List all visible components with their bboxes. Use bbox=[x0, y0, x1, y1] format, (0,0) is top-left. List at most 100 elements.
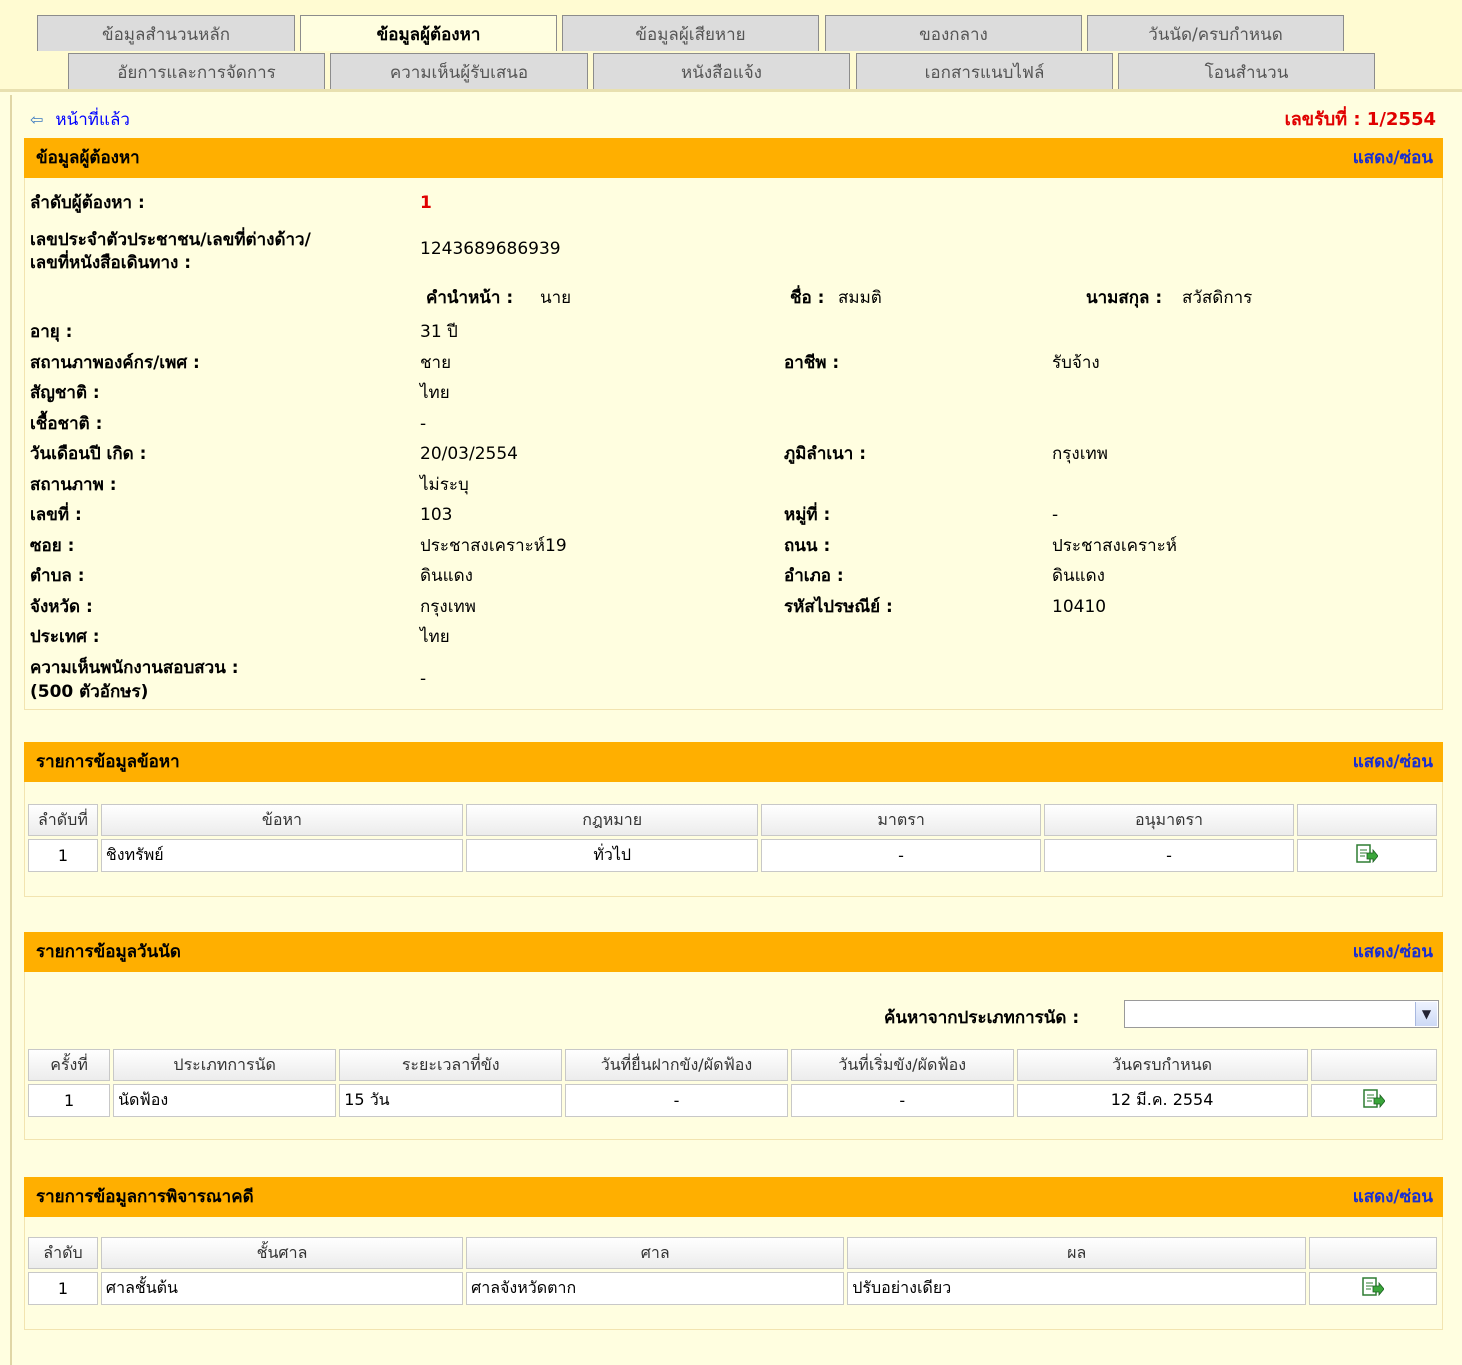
suspect-section-title: ข้อมูลผู้ต้องหา bbox=[36, 148, 140, 168]
col-header: ระยะเวลาที่ขัง bbox=[339, 1049, 563, 1081]
tab-divider bbox=[0, 89, 1462, 92]
col-header-action bbox=[1297, 804, 1437, 836]
charge-subsection: - bbox=[1043, 839, 1295, 872]
prefix-label: คำนำหน้า : bbox=[426, 288, 514, 308]
age-label: อายุ : bbox=[30, 322, 73, 342]
road-value: ประชาสงเคราะห์ bbox=[1052, 536, 1178, 556]
dropdown-arrow-icon[interactable]: ▼ bbox=[1415, 1002, 1437, 1026]
trial-order: 1 bbox=[28, 1272, 98, 1305]
tab-bar: ข้อมูลสำนวนหลัก ข้อมูลผู้ต้องหา ข้อมูลผู… bbox=[0, 0, 1462, 92]
id-label-line2: เลขที่หนังสือเดินทาง : bbox=[30, 253, 192, 273]
moo-value: - bbox=[1052, 505, 1059, 525]
opinion-label-line1: ความเห็นพนักงานสอบสวน : bbox=[30, 658, 239, 678]
age-value: 31 ปี bbox=[420, 322, 458, 342]
moo-label: หมู่ที่ : bbox=[784, 505, 831, 525]
trials-table: ลำดับ ชั้นศาล ศาล ผล 1 ศาลชั้นต้น ศาลจัง… bbox=[25, 1234, 1440, 1308]
appointments-section-title: รายการข้อมูลวันนัด bbox=[36, 942, 181, 962]
district-value: ดินแดง bbox=[1052, 566, 1105, 586]
appointment-edit-cell bbox=[1310, 1084, 1437, 1117]
id-value: 1243689686939 bbox=[420, 239, 561, 259]
col-header: วันที่เริ่มขัง/ผัดฟ้อง bbox=[790, 1049, 1014, 1081]
hometown-value: กรุงเทพ bbox=[1052, 444, 1108, 464]
edit-record-icon[interactable] bbox=[1356, 843, 1379, 864]
lastname-label: นามสกุล : bbox=[1086, 288, 1163, 308]
charges-section-header: รายการข้อมูลข้อหา แสดง/ซ่อน bbox=[24, 742, 1443, 782]
suspect-toggle-link[interactable]: แสดง/ซ่อน bbox=[1353, 138, 1433, 178]
col-header: ประเภทการนัด bbox=[113, 1049, 337, 1081]
birthdate-label: วันเดือนปี เกิด : bbox=[30, 444, 147, 464]
col-header: วันครบกำหนด bbox=[1016, 1049, 1308, 1081]
appointments-section-header: รายการข้อมูลวันนัด แสดง/ซ่อน bbox=[24, 932, 1443, 972]
charges-section-title: รายการข้อมูลข้อหา bbox=[36, 752, 180, 772]
birthdate-value: 20/03/2554 bbox=[420, 444, 518, 464]
edit-record-icon[interactable] bbox=[1363, 1088, 1386, 1109]
district-label: อำเภอ : bbox=[784, 566, 844, 586]
country-value: ไทย bbox=[420, 627, 450, 647]
status-value: ไม่ระบุ bbox=[420, 475, 469, 495]
court-level: ศาลชั้นต้น bbox=[100, 1272, 464, 1305]
col-header-action bbox=[1310, 1049, 1437, 1081]
appointments-header-row: ครั้งที่ ประเภทการนัด ระยะเวลาที่ขัง วัน… bbox=[28, 1049, 1437, 1081]
court-name: ศาลจังหวัดตาก bbox=[466, 1272, 845, 1305]
appointments-toggle-link[interactable]: แสดง/ซ่อน bbox=[1353, 932, 1433, 972]
tab-notice[interactable]: หนังสือแจ้ง bbox=[593, 53, 850, 89]
province-label: จังหวัด : bbox=[30, 597, 93, 617]
charges-toggle-link[interactable]: แสดง/ซ่อน bbox=[1353, 742, 1433, 782]
col-header: ลำดับที่ bbox=[28, 804, 98, 836]
tab-victim[interactable]: ข้อมูลผู้เสียหาย bbox=[562, 15, 819, 51]
table-row: 1 ชิงทรัพย์ ทั่วไป - - bbox=[28, 839, 1437, 872]
trials-toggle-link[interactable]: แสดง/ซ่อน bbox=[1353, 1177, 1433, 1217]
tab-transfer[interactable]: โอนสำนวน bbox=[1118, 53, 1375, 89]
race-label: เชื้อชาติ : bbox=[30, 414, 103, 434]
table-row: 1 นัดฟ้อง 15 วัน - - 12 มี.ค. 2554 bbox=[28, 1084, 1437, 1117]
tab-opinion[interactable]: ความเห็นผู้รับเสนอ bbox=[330, 53, 588, 89]
appointments-table: ครั้งที่ ประเภทการนัด ระยะเวลาที่ขัง วัน… bbox=[25, 1046, 1440, 1120]
tab-prosecutor[interactable]: อัยการและการจัดการ bbox=[68, 53, 325, 89]
col-header: อนุมาตรา bbox=[1043, 804, 1295, 836]
col-header: ข้อหา bbox=[100, 804, 464, 836]
occupation-label: อาชีพ : bbox=[784, 353, 840, 373]
table-row: 1 ศาลชั้นต้น ศาลจังหวัดตาก ปรับอย่างเดีย… bbox=[28, 1272, 1437, 1305]
edit-record-icon[interactable] bbox=[1362, 1276, 1385, 1297]
lastname-value: สวัสดิการ bbox=[1182, 288, 1253, 308]
charge-name: ชิงทรัพย์ bbox=[100, 839, 464, 872]
opinion-label-line2: (500 ตัวอักษร) bbox=[30, 682, 149, 702]
province-value: กรุงเทพ bbox=[420, 597, 476, 617]
appointment-round: 1 bbox=[28, 1084, 111, 1117]
opinion-value: - bbox=[420, 669, 427, 689]
charge-order: 1 bbox=[28, 839, 98, 872]
house-no-value: 103 bbox=[420, 505, 453, 525]
col-header: มาตรา bbox=[761, 804, 1041, 836]
col-header: ลำดับ bbox=[28, 1237, 98, 1269]
col-header: กฎหมาย bbox=[466, 804, 759, 836]
col-header: วันที่ยื่นฝากขัง/ผัดฟ้อง bbox=[565, 1049, 788, 1081]
soi-value: ประชาสงเคราะห์19 bbox=[420, 536, 567, 556]
filing-date: - bbox=[565, 1084, 788, 1117]
charges-header-row: ลำดับที่ ข้อหา กฎหมาย มาตรา อนุมาตรา bbox=[28, 804, 1437, 836]
charges-table: ลำดับที่ ข้อหา กฎหมาย มาตรา อนุมาตรา 1 ช… bbox=[25, 801, 1440, 875]
tab-suspect[interactable]: ข้อมูลผู้ต้องหา bbox=[300, 15, 557, 51]
col-header-action bbox=[1309, 1237, 1437, 1269]
appointment-type: นัดฟ้อง bbox=[113, 1084, 337, 1117]
subdistrict-value: ดินแดง bbox=[420, 566, 473, 586]
back-arrow-icon: ⇦ bbox=[30, 110, 44, 129]
order-label: ลำดับผู้ต้องหา : bbox=[30, 193, 145, 213]
charge-section: - bbox=[761, 839, 1041, 872]
tab-evidence[interactable]: ของกลาง bbox=[825, 15, 1082, 51]
back-link[interactable]: ⇦ หน้าที่แล้ว bbox=[30, 106, 130, 133]
gender-label: สถานภาพองค์กร/เพศ : bbox=[30, 353, 200, 373]
soi-label: ซอย : bbox=[30, 536, 75, 556]
tab-attachments[interactable]: เอกสารแนบไฟล์ bbox=[856, 53, 1113, 89]
detention-period: 15 วัน bbox=[339, 1084, 563, 1117]
tab-appointment[interactable]: วันนัด/ครบกำหนด bbox=[1087, 15, 1344, 51]
col-header: ศาล bbox=[466, 1237, 845, 1269]
back-link-label: หน้าที่แล้ว bbox=[55, 110, 130, 130]
occupation-value: รับจ้าง bbox=[1052, 353, 1100, 373]
col-header: ครั้งที่ bbox=[28, 1049, 111, 1081]
charge-edit-cell bbox=[1297, 839, 1437, 872]
tab-main-case[interactable]: ข้อมูลสำนวนหลัก bbox=[37, 15, 295, 51]
subdistrict-label: ตำบล : bbox=[30, 566, 85, 586]
road-label: ถนน : bbox=[784, 536, 831, 556]
appointment-type-select[interactable]: ▼ bbox=[1124, 1000, 1439, 1028]
country-label: ประเทศ : bbox=[30, 627, 100, 647]
